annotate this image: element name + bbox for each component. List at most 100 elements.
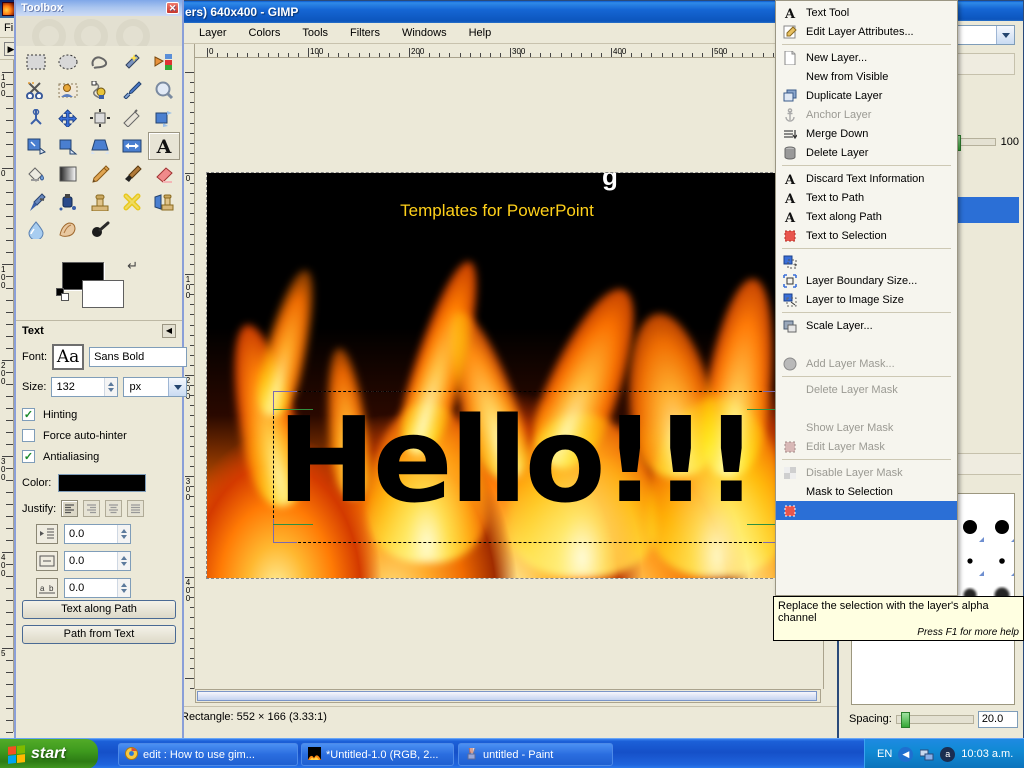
transform-tool-icon[interactable] — [148, 104, 180, 132]
select-by-color-tool-icon[interactable] — [148, 48, 180, 76]
airbrush-tool-icon[interactable] — [20, 188, 52, 216]
scrollbar-thumb[interactable] — [197, 691, 817, 701]
menu-item-discard-text-information[interactable]: A Discard Text Information — [776, 169, 957, 188]
start-button[interactable]: start — [0, 739, 98, 768]
menu-windows[interactable]: Windows — [400, 26, 449, 40]
indent-value[interactable]: 0.0 — [65, 525, 117, 543]
font-row[interactable]: Font: Aa Sans Bold — [22, 344, 188, 370]
brush-spacing-row[interactable]: Spacing: 20.0 — [849, 709, 1024, 729]
brush-cell[interactable] — [986, 544, 1014, 578]
alignment-tool-icon[interactable] — [84, 104, 116, 132]
spacing-slider[interactable] — [895, 711, 974, 728]
spacing-value[interactable]: 20.0 — [977, 710, 1018, 728]
tool-options-panel[interactable]: Text ◀ Font: Aa Sans Bold Size: 132 px ✓… — [16, 322, 188, 736]
paintbrush-tool-icon[interactable] — [116, 160, 148, 188]
letter-spacing-row[interactable]: ab 0.0 — [36, 578, 131, 598]
menu-item-delete-layer[interactable]: Delete Layer — [776, 143, 957, 162]
justify-left-button[interactable] — [61, 500, 79, 517]
shear-tool-icon[interactable] — [84, 132, 116, 160]
menu-item-text-to-selection[interactable]: Text to Selection — [776, 226, 957, 245]
network-icon[interactable] — [919, 747, 934, 762]
force-autohinter-row[interactable]: Force auto-hinter — [22, 429, 127, 442]
line-spacing-value[interactable]: 0.0 — [65, 552, 117, 570]
text-along-path-button[interactable]: Text along Path — [22, 600, 176, 619]
gimp-titlebar[interactable]: ers) 640x400 - GIMP — [179, 1, 837, 23]
gimp-image-window[interactable]: ers) 640x400 - GIMP Layer Colors Tools F… — [178, 0, 838, 740]
menu-item-merge-down[interactable]: Merge Down — [776, 124, 957, 143]
hinting-row[interactable]: ✓ Hinting — [22, 408, 77, 421]
gimp-menubar[interactable]: Layer Colors Tools Filters Windows Help — [179, 23, 837, 44]
brush-cell[interactable] — [986, 510, 1014, 544]
antivirus-icon[interactable]: a — [940, 746, 956, 762]
toolbox-titlebar[interactable]: Toolbox ✕ — [16, 0, 182, 16]
chevron-down-icon[interactable] — [996, 26, 1014, 44]
menu-help[interactable]: Help — [467, 26, 494, 40]
horizontal-ruler[interactable]: 0 100 200 300 400 500 — [195, 44, 837, 58]
canvas-area[interactable]: g Templates for PowerPoint Hello!!! — [195, 58, 837, 689]
menu-item-layer-boundary-size[interactable]: + — [776, 252, 957, 271]
scissors-select-tool-icon[interactable] — [20, 76, 52, 104]
text-color-swatch[interactable] — [58, 474, 147, 492]
path-from-text-button[interactable]: Path from Text — [22, 625, 176, 644]
menu-item-text-to-path[interactable]: A Text to Path — [776, 188, 957, 207]
menu-layer[interactable]: Layer — [197, 26, 229, 40]
zoom-tool-icon[interactable] — [148, 76, 180, 104]
letter-spacing-arrows[interactable] — [117, 579, 130, 597]
gradient-tool-icon[interactable] — [52, 160, 84, 188]
menu-item-remove-alpha-channel[interactable]: Mask to Selection — [776, 482, 957, 501]
pencil-tool-icon[interactable] — [84, 160, 116, 188]
ellipse-select-tool-icon[interactable] — [52, 48, 84, 76]
antialiasing-row[interactable]: ✓ Antialiasing — [22, 450, 99, 463]
foreground-select-tool-icon[interactable] — [52, 76, 84, 104]
flip-tool-icon[interactable] — [116, 132, 148, 160]
menu-item-new-layer[interactable]: New Layer... — [776, 48, 957, 67]
justify-center-button[interactable] — [105, 500, 123, 517]
system-tray[interactable]: EN ◀ a 10:03 a.m. — [864, 739, 1024, 768]
font-preview-icon[interactable]: Aa — [52, 344, 85, 370]
taskbar-item-paint[interactable]: untitled - Paint — [458, 743, 613, 766]
color-row[interactable]: Color: — [22, 474, 147, 492]
menu-item-text-tool[interactable]: A Text Tool — [776, 3, 957, 22]
menu-tools[interactable]: Tools — [300, 26, 330, 40]
tray-clock[interactable]: 10:03 a.m. — [961, 748, 1013, 760]
menu-item-new-from-visible[interactable]: New from Visible — [776, 67, 957, 86]
menu-item-duplicate-layer[interactable]: Duplicate Layer — [776, 86, 957, 105]
layer-context-menu[interactable]: A Text Tool Edit Layer Attributes... New… — [775, 0, 958, 596]
perspective-clone-tool-icon[interactable] — [148, 188, 180, 216]
heal-tool-icon[interactable] — [116, 188, 148, 216]
justify-right-button[interactable] — [83, 500, 101, 517]
background-window-menu-file[interactable]: Fi — [4, 22, 13, 34]
free-select-tool-icon[interactable] — [84, 48, 116, 76]
color-swatch-area[interactable]: ↵ — [56, 258, 138, 314]
brush-cell[interactable] — [954, 544, 986, 578]
toolbox-window[interactable]: Toolbox ✕ A ↵ Text ◀ Font: Aa Sans Bold … — [14, 0, 188, 740]
reset-colors-icon[interactable] — [56, 288, 70, 302]
image-canvas[interactable]: g Templates for PowerPoint Hello!!! — [206, 172, 788, 579]
justify-fill-button[interactable] — [127, 500, 145, 517]
text-layer-selection[interactable] — [273, 391, 787, 543]
crop-tool-icon[interactable] — [116, 104, 148, 132]
menu-item-edit-layer-attributes[interactable]: Edit Layer Attributes... — [776, 22, 957, 41]
menu-item-add-layer-mask[interactable]: Scale Layer... — [776, 316, 957, 335]
font-name-field[interactable]: Sans Bold — [89, 347, 188, 367]
measure-tool-icon[interactable] — [20, 104, 52, 132]
font-size-stepper[interactable]: 132 — [51, 377, 119, 397]
blur-sharpen-tool-icon[interactable] — [20, 216, 52, 244]
rect-select-tool-icon[interactable] — [20, 48, 52, 76]
force-autohinter-checkbox[interactable] — [22, 429, 35, 442]
taskbar-item-gimp[interactable]: *Untitled-1.0 (RGB, 2... — [301, 743, 454, 766]
close-icon[interactable]: ✕ — [166, 2, 179, 14]
taskbar-item-browser[interactable]: edit : How to use gim... — [118, 743, 298, 766]
indent-row[interactable]: 0.0 — [36, 524, 131, 544]
smudge-tool-icon[interactable] — [52, 216, 84, 244]
justify-row[interactable]: Justify: — [22, 500, 145, 517]
menu-item-text-along-path[interactable]: A Text along Path — [776, 207, 957, 226]
menu-colors[interactable]: Colors — [247, 26, 283, 40]
paths-tool-icon[interactable] — [84, 76, 116, 104]
font-size-value[interactable]: 132 — [52, 378, 104, 396]
rotate-tool-icon[interactable] — [20, 132, 52, 160]
hinting-checkbox[interactable]: ✓ — [22, 408, 35, 421]
tool-grid[interactable]: A — [20, 48, 180, 244]
dodge-burn-tool-icon[interactable] — [84, 216, 116, 244]
background-color-swatch[interactable] — [82, 280, 124, 308]
